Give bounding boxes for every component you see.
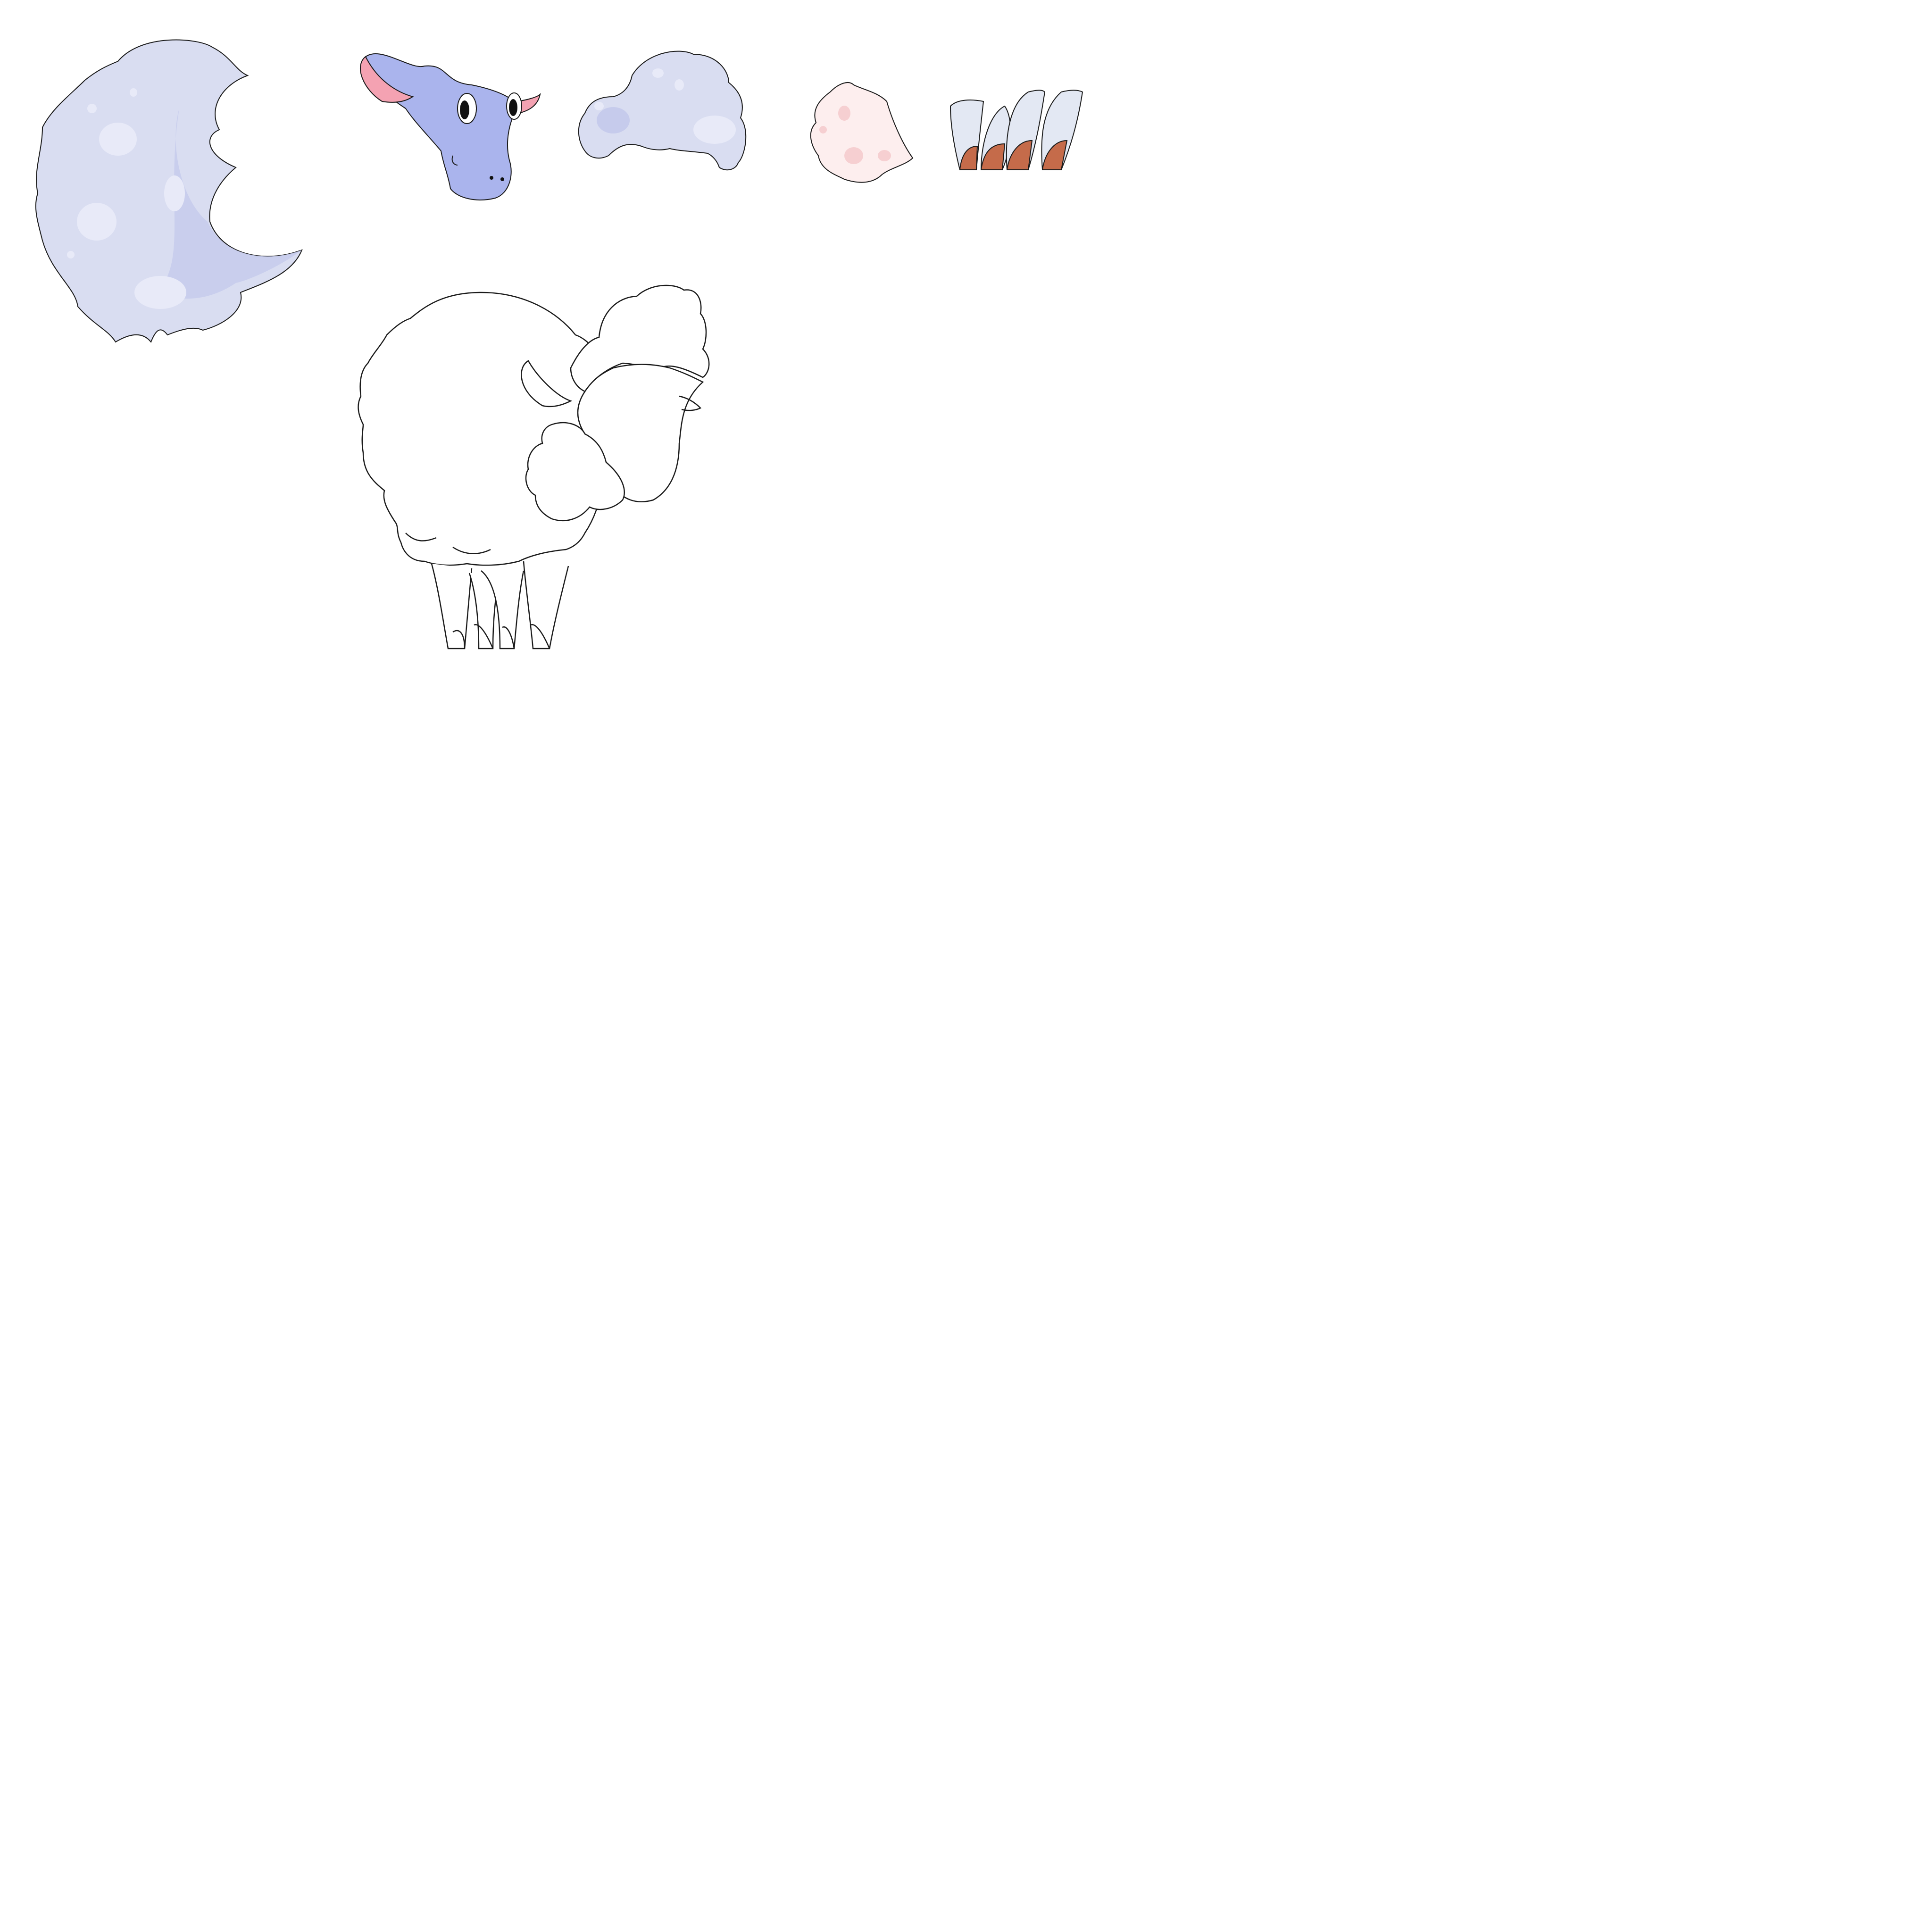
sprite-sheet-canvas xyxy=(0,0,1932,1932)
background xyxy=(0,0,1932,1932)
